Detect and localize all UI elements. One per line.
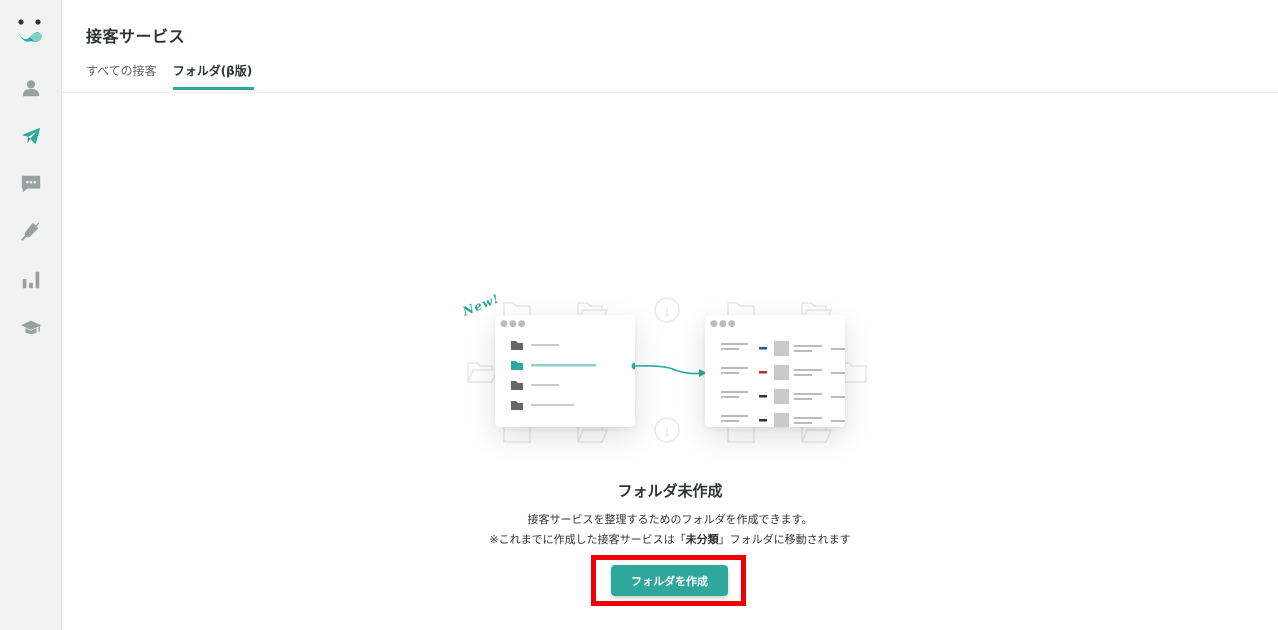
empty-state-illustration: i i New! ●●● ●●●: [440, 290, 900, 460]
window-dots: ●●●: [710, 319, 737, 329]
service-list-card: ●●●: [705, 315, 845, 427]
chat-icon: [21, 175, 41, 193]
bar-chart-icon: [22, 271, 40, 289]
nav-learning[interactable]: [11, 310, 51, 346]
note-prefix: ※これまでに作成した接客サービスは「: [489, 533, 686, 546]
paper-plane-icon: [21, 127, 41, 145]
service-list-graphic: [721, 341, 845, 427]
page-header: 接客サービス すべての接客 フォルダ(β版): [62, 0, 1278, 93]
info-icon: i: [654, 417, 680, 443]
empty-state-title: フォルダ未作成: [617, 482, 723, 500]
graduation-cap-icon: [20, 320, 42, 334]
svg-text:i: i: [665, 304, 670, 320]
tab-all-services[interactable]: すべての接客: [86, 62, 157, 89]
tab-folders[interactable]: フォルダ(β版): [172, 62, 254, 90]
empty-state-note: ※これまでに作成した接客サービスは「未分類」フォルダに移動されます: [0, 531, 1278, 547]
user-icon: [22, 80, 40, 97]
connector-arrow: [635, 365, 707, 377]
folder-open-icon: [467, 362, 498, 383]
note-folder-name: 未分類: [685, 533, 719, 546]
empty-state-description: 接客サービスを整理するためのフォルダを作成できます。: [527, 513, 813, 526]
folder-list-card: ●●●: [495, 315, 639, 427]
nav-integrations[interactable]: [11, 213, 51, 249]
nav-reports[interactable]: [11, 262, 51, 298]
folder-list-graphic: [511, 341, 639, 410]
info-icon: i: [654, 297, 680, 323]
window-dots: ●●●: [500, 319, 527, 329]
page-title: 接客サービス: [86, 27, 186, 46]
create-folder-button[interactable]: フォルダを作成: [611, 565, 728, 596]
plug-icon: [21, 222, 40, 241]
nav-chat[interactable]: [11, 166, 51, 202]
svg-text:i: i: [665, 424, 670, 440]
nav-user[interactable]: [11, 70, 51, 106]
logo-icon[interactable]: [15, 18, 47, 46]
tab-bar: すべての接客 フォルダ(β版): [86, 62, 254, 90]
app-root: 接客サービス すべての接客 フォルダ(β版) i i New! ●●● ●●● …: [0, 0, 1278, 630]
note-suffix: 」フォルダに移動されます: [718, 533, 851, 546]
nav-campaigns[interactable]: [11, 118, 51, 154]
